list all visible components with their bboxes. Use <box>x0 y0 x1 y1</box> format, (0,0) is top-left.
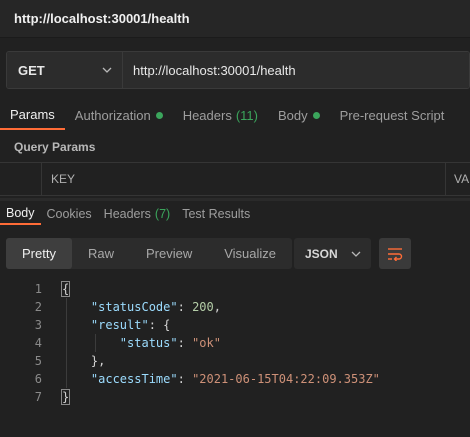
pane-resize-handle[interactable] <box>0 198 470 201</box>
view-visualize-button[interactable]: Visualize <box>208 238 292 269</box>
request-title-bar: http://localhost:30001/health <box>0 0 470 38</box>
status-dot-icon <box>155 111 163 119</box>
params-checkbox-column <box>0 163 42 195</box>
tab-headers[interactable]: Headers (11) <box>173 100 268 130</box>
tab-body-label: Body <box>277 107 308 123</box>
tab-response-headers-label: Headers <box>103 207 151 221</box>
request-title: http://localhost:30001/health <box>14 11 190 26</box>
chevron-down-icon <box>351 251 361 257</box>
code-line: 2 "statusCode": 200, <box>0 298 470 316</box>
view-preview-button[interactable]: Preview <box>130 238 208 269</box>
line-number: 5 <box>34 354 42 368</box>
tab-body[interactable]: Body <box>268 100 330 130</box>
json-key: "statusCode" <box>90 300 178 314</box>
json-key: "accessTime" <box>90 372 178 386</box>
tab-test-results[interactable]: Test Results <box>176 203 256 225</box>
url-value: http://localhost:30001/health <box>133 62 296 78</box>
request-tabs: Params Authorization Headers (11) Body Pr… <box>0 100 470 130</box>
response-tabs: Body Cookies Headers (7) Test Results <box>0 203 470 225</box>
format-select[interactable]: JSON <box>294 238 371 269</box>
code-line: 7 } <box>0 388 470 406</box>
method-label: GET <box>18 62 45 78</box>
code-text: "status": "ok" <box>119 336 221 350</box>
key-column-header: KEY <box>42 163 446 195</box>
method-select[interactable]: GET <box>7 52 123 88</box>
url-bar: GET http://localhost:30001/health <box>6 51 470 89</box>
line-number: 7 <box>34 390 42 404</box>
json-value: 200 <box>192 300 214 314</box>
json-value: "2021-06-15T04:22:09.353Z" <box>192 372 380 386</box>
line-number: 1 <box>34 282 42 296</box>
tab-response-body-label: Body <box>6 206 35 220</box>
status-dot-icon <box>312 111 320 119</box>
tab-authorization[interactable]: Authorization <box>65 100 173 130</box>
line-number: 2 <box>34 300 42 314</box>
tab-cookies-label: Cookies <box>46 207 92 221</box>
wrap-lines-icon <box>388 247 403 261</box>
response-body-editor[interactable]: 1 { 2 "statusCode": 200, 3 "result": { 4… <box>0 280 470 420</box>
query-params-heading: Query Params <box>14 140 96 154</box>
line-number: 3 <box>34 318 42 332</box>
close-brace: } <box>60 389 71 405</box>
tab-response-headers[interactable]: Headers (7) <box>98 203 177 225</box>
view-raw-button[interactable]: Raw <box>72 238 130 269</box>
line-number: 6 <box>34 372 42 386</box>
tab-test-results-label: Test Results <box>182 207 251 221</box>
json-key: "result" <box>90 318 149 332</box>
tab-params-label: Params <box>10 106 55 122</box>
url-input[interactable]: http://localhost:30001/health <box>123 52 469 88</box>
tab-authorization-label: Authorization <box>74 107 151 123</box>
tab-response-body[interactable]: Body <box>0 203 41 225</box>
code-line: 3 "result": { <box>0 316 470 334</box>
code-text: "statusCode": 200, <box>90 300 221 314</box>
wrap-lines-button[interactable] <box>379 238 411 269</box>
view-mode-group: Pretty Raw Preview Visualize <box>6 238 293 269</box>
code-line: 1 { <box>0 280 470 298</box>
value-column-header: VA <box>454 172 470 186</box>
tab-prerequest-label: Pre-request Script <box>339 107 445 123</box>
format-label: JSON <box>305 246 338 261</box>
json-value: "ok" <box>192 336 221 350</box>
code-text: }, <box>62 354 106 368</box>
code-text: } <box>60 389 71 405</box>
code-line: 6 "accessTime": "2021-06-15T04:22:09.353… <box>0 370 470 388</box>
tab-headers-label: Headers <box>182 107 232 123</box>
open-brace: { <box>60 281 71 297</box>
tab-prerequest-script[interactable]: Pre-request Script <box>330 100 455 130</box>
headers-count: (11) <box>235 107 258 123</box>
chevron-down-icon <box>102 67 112 73</box>
code-text: { <box>60 281 71 297</box>
json-key: "status" <box>119 336 178 350</box>
code-text: "accessTime": "2021-06-15T04:22:09.353Z" <box>90 372 380 386</box>
line-number: 4 <box>34 336 42 350</box>
code-line: 5 }, <box>0 352 470 370</box>
code-line: 4 "status": "ok" <box>0 334 470 352</box>
tab-cookies[interactable]: Cookies <box>41 203 98 225</box>
params-table-header: KEY VA <box>0 162 470 196</box>
code-text: "result": { <box>90 318 171 332</box>
response-headers-count: (7) <box>154 207 171 221</box>
view-pretty-button[interactable]: Pretty <box>6 238 72 269</box>
tab-params[interactable]: Params <box>0 100 65 130</box>
